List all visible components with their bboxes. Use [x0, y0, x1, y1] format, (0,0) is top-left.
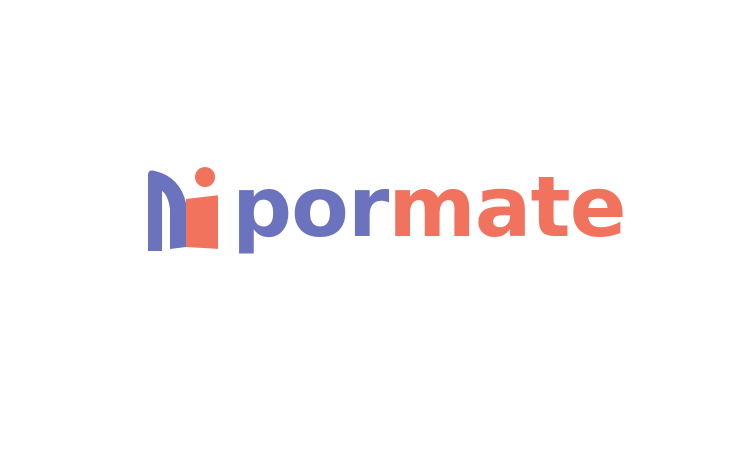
- wordmark-part-mate: mate: [388, 158, 626, 256]
- page-canvas: por mate: [0, 0, 750, 450]
- wordmark-part-por: por: [232, 158, 389, 256]
- brand-wordmark: por mate: [232, 158, 627, 270]
- person-head-shape: [195, 167, 215, 187]
- person-body-shape: [186, 195, 218, 249]
- person-door-icon: [148, 167, 218, 251]
- brand-logo: por mate: [148, 165, 627, 270]
- door-arch-shape: [148, 170, 186, 251]
